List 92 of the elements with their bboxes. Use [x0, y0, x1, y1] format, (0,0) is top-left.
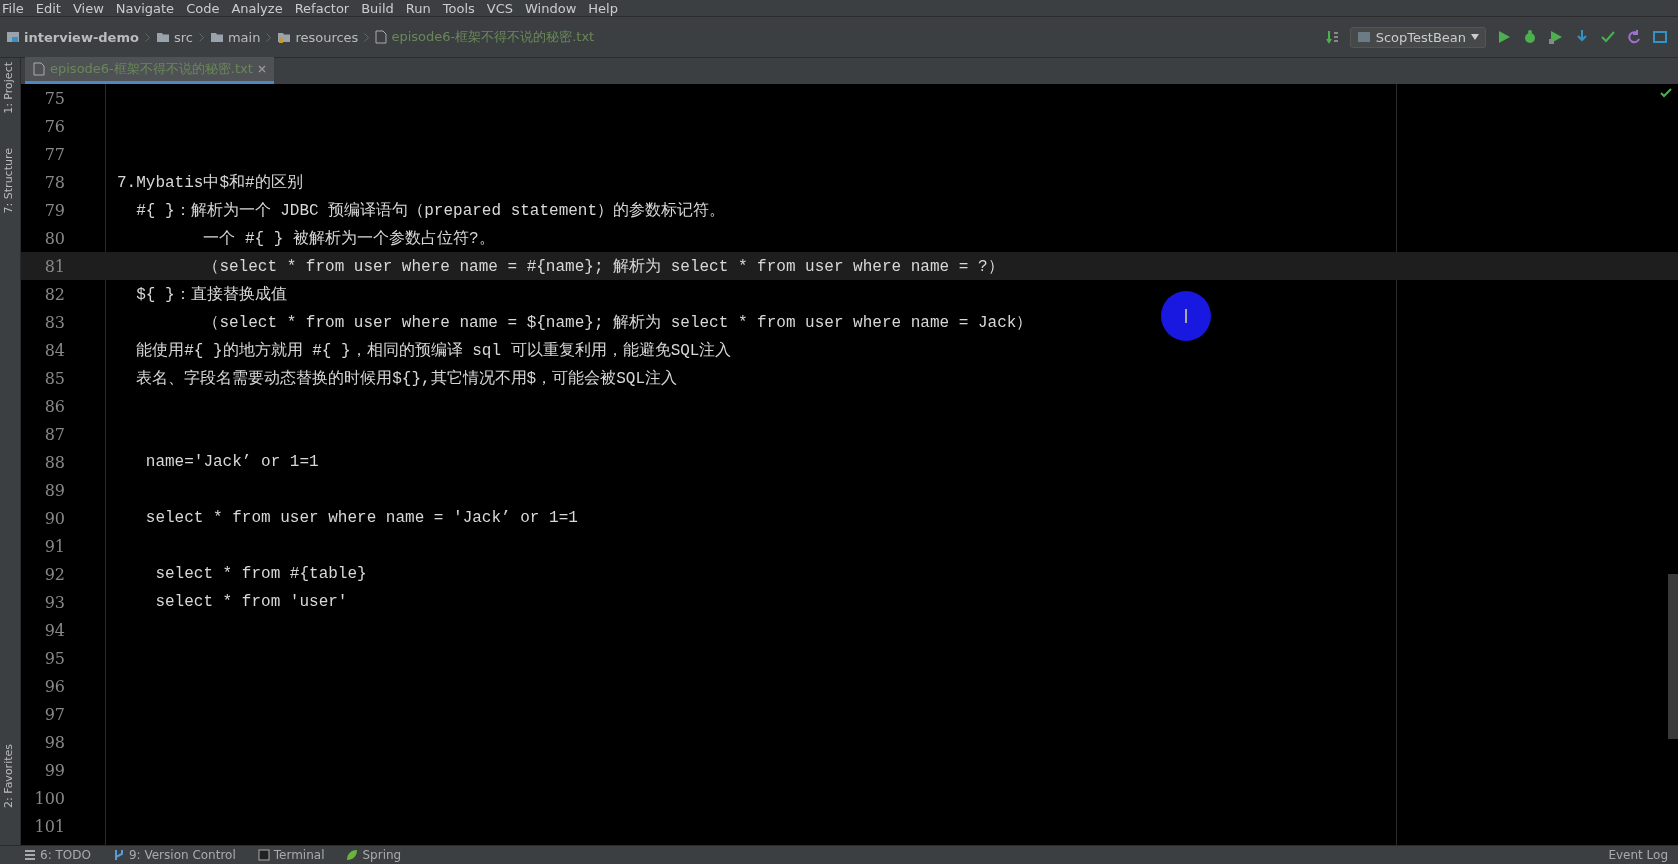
- menu-item[interactable]: File: [2, 0, 24, 16]
- tool-window-button[interactable]: Spring: [346, 848, 402, 862]
- line-number: 76: [43, 116, 65, 136]
- cursor-highlight-icon: [1161, 291, 1211, 341]
- code-line: select * from 'user': [154, 593, 348, 611]
- line-number: 95: [43, 648, 65, 668]
- line-number: 81: [43, 256, 65, 276]
- chevron-right-icon: [144, 32, 150, 42]
- line-number: 92: [43, 564, 65, 584]
- breadcrumb-item[interactable]: src: [155, 29, 193, 45]
- code-line: name='Jack’ or 1=1: [144, 453, 319, 471]
- line-number: 93: [43, 592, 65, 612]
- revert-icon[interactable]: [1626, 29, 1642, 45]
- tool-window-button[interactable]: 2: Favorites: [2, 744, 15, 808]
- code-line: 能使用#{ }的地方就用 #{ }，相同的预编译 sql 可以重复利用，能避免SQL注入: [135, 340, 732, 361]
- window-icon[interactable]: [1652, 29, 1668, 45]
- chevron-right-icon: [198, 32, 204, 42]
- line-number: 80: [43, 228, 65, 248]
- line-number: 97: [43, 704, 65, 724]
- menu-item[interactable]: Refactor: [294, 0, 350, 16]
- folder-icon: [209, 30, 224, 44]
- code-line: 7.Mybatis中$和#的区别: [117, 172, 303, 193]
- menu-item[interactable]: Window: [525, 0, 577, 16]
- terminal-icon: [257, 849, 270, 861]
- code-line: （select * from user where name = ${name}; 解析为 select * from user where name = Jack）: [202, 312, 1033, 333]
- line-number: 88: [43, 452, 65, 472]
- folder-icon: [155, 30, 170, 44]
- breadcrumb-item[interactable]: main: [209, 29, 261, 45]
- caret-icon: [1471, 34, 1479, 40]
- scrollbar-thumb[interactable]: [1668, 574, 1678, 739]
- file-icon: [375, 30, 388, 44]
- debug-icon[interactable]: [1522, 29, 1538, 45]
- branch-icon: [112, 849, 125, 861]
- menu-item[interactable]: Run: [405, 0, 431, 16]
- menu-item[interactable]: VCS: [486, 0, 514, 16]
- code-line: select * from user where name = 'Jack’ or 1=1: [144, 509, 578, 527]
- line-number: 101: [33, 816, 65, 836]
- code-line: 表名、字段名需要动态替换的时候用${},其它情况不用$，可能会被SQL注入: [135, 368, 677, 389]
- coverage-icon[interactable]: [1548, 29, 1564, 45]
- check-icon: [1660, 88, 1672, 98]
- menu-item[interactable]: Build: [361, 0, 394, 16]
- project-icon: [6, 30, 20, 44]
- event-log-button[interactable]: Event Log: [1608, 848, 1668, 862]
- line-number: 89: [43, 480, 65, 500]
- line-number: 94: [43, 620, 65, 640]
- close-icon[interactable]: [257, 65, 266, 73]
- line-number: 100: [33, 788, 65, 808]
- line-number: 75: [43, 88, 65, 108]
- file-icon: [33, 62, 45, 76]
- menu-item[interactable]: Navigate: [115, 0, 175, 16]
- code-line: 一个 #{ } 被解析为一个参数占位符?。: [202, 228, 495, 249]
- line-number: 84: [43, 340, 65, 360]
- sort-icon[interactable]: [1325, 29, 1340, 45]
- config-icon: [1356, 30, 1371, 44]
- line-number: 82: [43, 284, 65, 304]
- menu-item[interactable]: View: [72, 0, 104, 16]
- line-number: 83: [43, 312, 65, 332]
- line-number: 98: [43, 732, 65, 752]
- line-number: 79: [43, 200, 65, 220]
- line-number: 90: [43, 508, 65, 528]
- menu-item[interactable]: Tools: [442, 0, 475, 16]
- tool-window-button[interactable]: 1: Project: [2, 62, 15, 114]
- menu-item[interactable]: Edit: [35, 0, 61, 16]
- line-number: 85: [43, 368, 65, 388]
- code-line: select * from #{table}: [154, 565, 367, 583]
- list-icon: [24, 849, 36, 861]
- tool-window-button[interactable]: Terminal: [257, 848, 325, 862]
- line-number: 78: [43, 172, 65, 192]
- line-number: 86: [43, 396, 65, 416]
- breadcrumb-item[interactable]: resources: [277, 29, 359, 45]
- code-line: #{ }：解析为一个 JDBC 预编译语句（prepared statement）的参数标记符。: [135, 200, 726, 221]
- tool-window-button[interactable]: 7: Structure: [2, 148, 15, 214]
- menu-item[interactable]: Analyze: [231, 0, 283, 16]
- line-number: 91: [43, 536, 65, 556]
- menu-item[interactable]: Help: [588, 0, 618, 16]
- leaf-icon: [346, 849, 359, 861]
- run-icon[interactable]: [1496, 29, 1512, 45]
- breadcrumb-item[interactable]: interview-demo: [6, 29, 139, 45]
- commit-icon[interactable]: [1600, 29, 1616, 45]
- folder-icon: [277, 30, 292, 44]
- line-number: 96: [43, 676, 65, 696]
- run-configuration-dropdown[interactable]: ScopTestBean: [1349, 26, 1486, 48]
- code-line: ${ }：直接替换成值: [135, 284, 287, 305]
- line-number: 87: [43, 424, 65, 444]
- line-number: 77: [43, 144, 65, 164]
- tool-window-button[interactable]: 6: TODO: [24, 848, 91, 862]
- chevron-right-icon: [364, 32, 370, 42]
- chevron-right-icon: [266, 32, 272, 42]
- menu-item[interactable]: Code: [186, 0, 220, 16]
- line-number: 99: [43, 760, 65, 780]
- code-line: （select * from user where name = #{name}; 解析为 select * from user where name = ?）: [202, 256, 1004, 277]
- tool-window-button[interactable]: 9: Version Control: [112, 848, 236, 862]
